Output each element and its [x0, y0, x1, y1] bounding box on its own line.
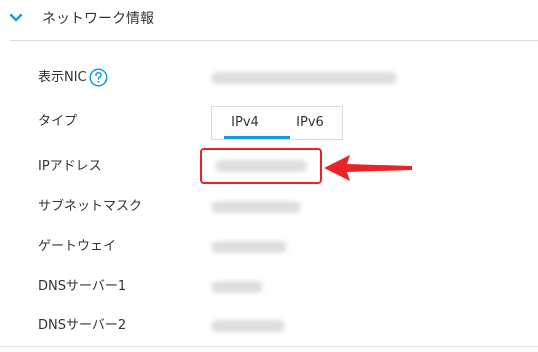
question-circle-icon[interactable]	[89, 68, 108, 87]
label-gateway: ゲートウェイ	[38, 239, 117, 254]
red-arrow-icon	[324, 155, 412, 181]
chevron-down-icon[interactable]	[8, 10, 24, 26]
tab-ipv4[interactable]: IPv4	[212, 107, 278, 139]
label-ip-address: IPアドレス	[38, 159, 102, 174]
label-subnet-mask: サブネットマスク	[38, 199, 143, 214]
dns-2-value	[211, 320, 285, 332]
dns-1-value	[211, 281, 263, 293]
label-dns-2: DNSサーバー2	[38, 318, 127, 333]
nic-value	[211, 72, 397, 84]
ip-type-tabs: IPv4 IPv6	[211, 106, 343, 140]
selected-tab-indicator	[224, 136, 290, 139]
ip-address-highlight	[200, 148, 322, 184]
label-display-nic: 表示NIC	[38, 70, 87, 85]
label-type: タイプ	[38, 114, 78, 129]
gateway-value	[211, 241, 287, 253]
header-divider	[10, 40, 538, 41]
section-title: ネットワーク情報	[42, 11, 154, 27]
subnet-mask-value	[211, 201, 301, 213]
section-bottom-divider	[0, 346, 538, 347]
label-dns-1: DNSサーバー1	[38, 279, 127, 294]
tab-ipv6[interactable]: IPv6	[278, 107, 342, 139]
section-header[interactable]: ネットワーク情報	[0, 0, 538, 40]
